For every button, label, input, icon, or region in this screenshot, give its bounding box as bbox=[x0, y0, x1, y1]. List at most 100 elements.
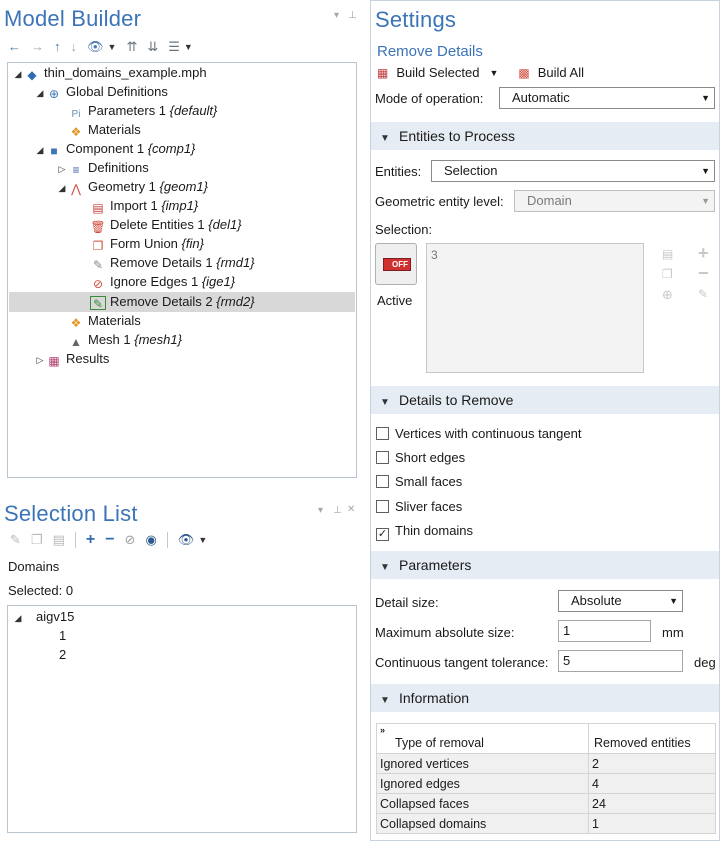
tree-node-label: Parameters 1 bbox=[88, 103, 167, 118]
checkbox-thin-domains[interactable]: ✓ Thin domains bbox=[376, 523, 473, 541]
build-selected-button[interactable]: Build Selected bbox=[396, 65, 479, 80]
tree-node-definitions[interactable]: ▷ ≡ Definitions bbox=[56, 158, 149, 177]
panel-menu-caret-icon[interactable]: ▾ bbox=[318, 505, 323, 516]
table-header-removed[interactable]: Removed entities bbox=[588, 723, 716, 754]
copy-selection-icon[interactable]: ❐ bbox=[662, 267, 673, 281]
tree-node-results[interactable]: ▷ ▦ Results bbox=[34, 349, 110, 370]
show-dropdown-caret-icon[interactable]: ▼ bbox=[108, 42, 117, 52]
forward-arrow-icon[interactable]: → bbox=[31, 40, 44, 54]
selection-list-toolbar: ✎ ❐ ▤ + − ⊘ ◉ 👁 ▼ bbox=[10, 531, 207, 549]
add-to-selection-icon[interactable]: + bbox=[698, 243, 709, 264]
back-arrow-icon[interactable]: ← bbox=[8, 40, 21, 54]
tree-view-icon[interactable]: ☰ bbox=[168, 40, 180, 54]
view-eye-icon[interactable]: 👁 bbox=[178, 533, 195, 547]
tree-node-global-definitions[interactable]: ◢ ⊕ Global Definitions bbox=[34, 82, 168, 101]
paste-selection-icon[interactable]: ▤ bbox=[662, 247, 673, 261]
tree-node-delete-entities[interactable]: 🗑 Delete Entities 1 {del1} bbox=[90, 215, 241, 234]
table-row: Ignored edges 4 bbox=[376, 773, 716, 794]
tree-node-remove-details-1[interactable]: ✎ Remove Details 1 {rmd1} bbox=[90, 253, 255, 272]
tree-node-tag: {rmd2} bbox=[216, 294, 255, 309]
tree-node-remove-details-2[interactable]: ✎ Remove Details 2 {rmd2} bbox=[90, 292, 255, 311]
show-eye-icon[interactable]: ◉ bbox=[145, 533, 156, 547]
down-arrow-icon[interactable]: ↓ bbox=[71, 40, 78, 54]
section-details-to-remove[interactable]: ▼ Details to Remove bbox=[371, 386, 719, 414]
checkbox-box[interactable] bbox=[376, 475, 389, 488]
tree-node-component[interactable]: ◢ ■ Component 1 {comp1} bbox=[34, 139, 196, 160]
view-dropdown-caret-icon[interactable]: ▼ bbox=[184, 42, 193, 52]
tree-node-label: thin_domains_example.mph bbox=[44, 65, 207, 80]
checkbox-box[interactable] bbox=[376, 451, 389, 464]
checkbox-small-faces[interactable]: Small faces bbox=[376, 474, 462, 492]
toolbar-separator bbox=[166, 532, 168, 548]
mode-of-operation-label: Mode of operation: bbox=[375, 91, 484, 106]
detail-size-select[interactable]: Absolute ▼ bbox=[558, 590, 683, 612]
selection-list-title: Selection List bbox=[4, 501, 138, 526]
entities-select[interactable]: Selection ▼ bbox=[431, 160, 715, 182]
collapse-arrow-icon[interactable]: ◢ bbox=[12, 65, 24, 84]
active-toggle-button[interactable]: OFF bbox=[375, 243, 417, 285]
add-icon[interactable]: + bbox=[86, 532, 95, 548]
tree-node-form-union[interactable]: ❐ Form Union {fin} bbox=[90, 234, 204, 253]
build-selected-dropdown-icon[interactable]: ▼ bbox=[489, 68, 498, 78]
checkbox-short-edges[interactable]: Short edges bbox=[376, 450, 465, 468]
edit-icon[interactable]: ✎ bbox=[10, 533, 21, 547]
tree-node-domain-2[interactable]: 2 bbox=[59, 645, 66, 664]
up-arrow-icon[interactable]: ↑ bbox=[54, 40, 61, 54]
tree-node-import[interactable]: ▤ Import 1 {imp1} bbox=[90, 196, 198, 215]
column-menu-icon[interactable]: » bbox=[380, 725, 385, 735]
max-absolute-size-unit: mm bbox=[662, 625, 684, 640]
collapse-arrow-icon[interactable]: ◢ bbox=[34, 84, 46, 103]
tree-node-geometry-root[interactable]: ◢ aigv15 bbox=[12, 607, 75, 628]
section-entities-to-process[interactable]: ▼ Entities to Process bbox=[371, 122, 719, 150]
checkmark-icon[interactable]: ✓ bbox=[376, 528, 389, 541]
checkbox-vertices-tangent[interactable]: Vertices with continuous tangent bbox=[376, 426, 581, 444]
max-absolute-size-input[interactable]: 1 bbox=[558, 620, 651, 642]
pin-icon[interactable]: ⊥ bbox=[348, 10, 357, 21]
mode-of-operation-select[interactable]: Automatic ▼ bbox=[499, 87, 715, 109]
checkbox-sliver-faces[interactable]: Sliver faces bbox=[376, 499, 462, 517]
tangent-tolerance-input[interactable]: 5 bbox=[558, 650, 683, 672]
import-icon: ▤ bbox=[92, 201, 104, 215]
collapse-arrow-icon[interactable]: ◢ bbox=[34, 141, 46, 160]
tree-node-domain-1[interactable]: 1 bbox=[59, 626, 66, 645]
table-cell: Collapsed faces bbox=[376, 793, 589, 814]
pin-icon[interactable]: ⊥ bbox=[333, 505, 342, 516]
max-absolute-size-value: 1 bbox=[563, 623, 571, 638]
collapse-all-icon[interactable]: ⇈ bbox=[126, 40, 137, 54]
tree-node-mesh[interactable]: ▲ Mesh 1 {mesh1} bbox=[68, 330, 182, 349]
section-information[interactable]: ▼ Information bbox=[371, 684, 719, 712]
zoom-selected-icon[interactable]: ⊕ bbox=[662, 287, 673, 303]
expand-arrow-icon[interactable]: ▷ bbox=[34, 351, 46, 370]
active-label: Active bbox=[377, 293, 413, 308]
expand-all-icon[interactable]: ⇊ bbox=[147, 40, 158, 54]
tree-node-geometry[interactable]: ◢ ⋀ Geometry 1 {geom1} bbox=[56, 177, 208, 196]
checkbox-box[interactable] bbox=[376, 500, 389, 513]
build-all-button[interactable]: Build All bbox=[538, 65, 584, 80]
remove-from-selection-icon[interactable]: − bbox=[698, 263, 709, 284]
tree-node-label: Geometry 1 bbox=[88, 179, 156, 194]
toolbar-separator bbox=[74, 532, 76, 548]
table-header-type[interactable]: » Type of removal bbox=[376, 723, 589, 754]
close-icon[interactable]: ✕ bbox=[347, 504, 355, 515]
remove-icon[interactable]: − bbox=[105, 532, 114, 548]
copy-icon[interactable]: ❐ bbox=[31, 533, 43, 547]
collapse-arrow-icon[interactable]: ◢ bbox=[56, 179, 68, 198]
selection-listbox[interactable]: 3 bbox=[426, 243, 644, 373]
hide-eye-icon[interactable]: ⊘ bbox=[125, 533, 136, 547]
tree-node-parameters[interactable]: Pi Parameters 1 {default} bbox=[68, 101, 218, 120]
tree-node-ignore-edges[interactable]: ⊘ Ignore Edges 1 {ige1} bbox=[90, 272, 235, 291]
paste-icon[interactable]: ▤ bbox=[53, 533, 65, 547]
collapse-arrow-icon[interactable]: ◢ bbox=[12, 609, 24, 628]
clear-selection-icon[interactable]: ✎ bbox=[698, 287, 708, 301]
view-dropdown-caret-icon[interactable]: ▼ bbox=[198, 535, 207, 545]
tree-node-model[interactable]: ◢ ◆ thin_domains_example.mph bbox=[12, 63, 207, 82]
remove-details-icon: ✎ bbox=[90, 296, 106, 311]
show-eye-icon[interactable]: 👁 bbox=[87, 40, 104, 54]
entities-value: Selection bbox=[444, 163, 498, 178]
tree-node-global-materials[interactable]: ❖ Materials bbox=[68, 120, 141, 139]
tree-node-component-materials[interactable]: ❖ Materials bbox=[68, 311, 141, 330]
section-parameters[interactable]: ▼ Parameters bbox=[371, 551, 719, 579]
checkbox-box[interactable] bbox=[376, 427, 389, 440]
tree-node-label: Component 1 bbox=[66, 141, 145, 156]
panel-menu-caret-icon[interactable]: ▾ bbox=[334, 10, 339, 21]
